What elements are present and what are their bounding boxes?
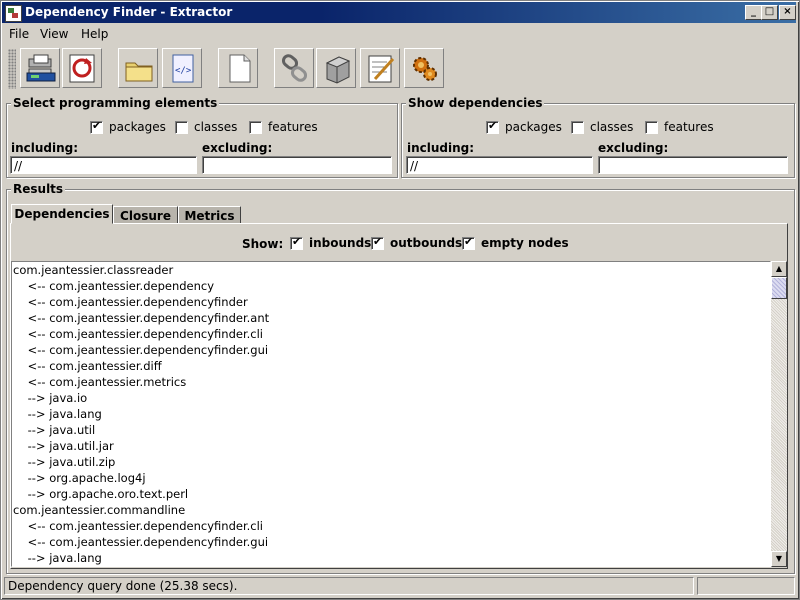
select-classes-checkbox[interactable]: classes [175, 120, 237, 134]
show-excluding-label: excluding: [598, 141, 669, 155]
closure-icon [325, 56, 351, 84]
menu-view[interactable]: View [40, 27, 68, 41]
dependency-line[interactable]: <-- com.jeantessier.diff [12, 358, 770, 374]
show-classes-checkbox[interactable]: classes [571, 120, 633, 134]
status-bar-secondary [697, 577, 795, 595]
results-scrollbar[interactable]: ▲ ▼ [771, 261, 787, 567]
open-folder-icon [125, 62, 153, 82]
extract-button[interactable] [20, 48, 60, 88]
title-bar[interactable]: Dependency Finder - Extractor _ □ × [2, 2, 796, 23]
dependency-line[interactable]: --> java.lang [12, 550, 770, 566]
dependency-line[interactable]: com.jeantessier.commandline [12, 502, 770, 518]
window-title: Dependency Finder - Extractor [25, 5, 233, 19]
checkbox-label: features [268, 120, 318, 134]
dependency-line[interactable]: --> org.apache.oro.text.perl [12, 486, 770, 502]
tab-metrics[interactable]: Metrics [178, 206, 241, 224]
dependency-line[interactable]: --> java.util.jar [12, 438, 770, 454]
dependency-line[interactable]: <-- com.jeantessier.dependencyfinder.gui [12, 534, 770, 550]
select-excluding-input[interactable] [202, 156, 392, 174]
scroll-thumb[interactable] [771, 277, 787, 299]
dependency-line[interactable]: --> org.apache.log4j [12, 470, 770, 486]
dependency-results-list[interactable]: com.jeantessier.classreader <-- com.jean… [11, 261, 771, 567]
new-button[interactable] [218, 48, 258, 88]
checkbox-label: classes [194, 120, 238, 134]
show-including-label: including: [407, 141, 475, 155]
checkbox-box[interactable] [249, 120, 262, 134]
metrics-button[interactable] [360, 48, 400, 88]
show-features-checkbox[interactable]: features [645, 120, 714, 134]
tab-dependencies[interactable]: Dependencies [11, 204, 113, 224]
metrics-icon [368, 55, 395, 83]
menu-help[interactable]: Help [81, 27, 108, 41]
show-excluding-input[interactable] [598, 156, 788, 174]
select-including-label: including: [11, 141, 79, 155]
checkbox-box[interactable] [90, 119, 103, 134]
refresh-icon [69, 54, 95, 83]
dependency-line[interactable]: <-- com.jeantessier.dependency [12, 278, 770, 294]
checkbox-box[interactable] [571, 120, 584, 134]
checkbox-label: packages [109, 120, 166, 134]
dependency-line[interactable]: <-- com.jeantessier.metrics [12, 374, 770, 390]
svg-text:</>: </> [175, 66, 192, 76]
checkbox-label: inbounds [309, 236, 372, 250]
select-elements-title: Select programming elements [11, 96, 220, 110]
select-features-checkbox[interactable]: features [249, 120, 318, 134]
dependency-line[interactable]: --> java.util.zip [12, 454, 770, 470]
menu-bar: File View Help [2, 24, 796, 44]
dependency-line[interactable]: --> java.io [12, 390, 770, 406]
outbounds-checkbox[interactable]: outbounds [371, 235, 463, 250]
dependency-line[interactable]: <-- com.jeantessier.dependencyfinder.gui [12, 342, 770, 358]
checkbox-label: outbounds [390, 236, 463, 250]
select-excluding-label: excluding: [202, 141, 273, 155]
show-dependencies-title: Show dependencies [406, 96, 545, 110]
dependency-line[interactable]: <-- com.jeantessier.dependencyfinder.cli [12, 518, 770, 534]
settings-button[interactable] [404, 48, 444, 88]
toolbar: </> [2, 44, 796, 94]
checkbox-box[interactable] [371, 235, 384, 250]
dependency-line[interactable]: --> java.util [12, 422, 770, 438]
empty-nodes-checkbox[interactable]: empty nodes [462, 235, 569, 250]
dependency-line[interactable]: <-- com.jeantessier.dependencyfinder [12, 294, 770, 310]
minimize-button[interactable]: _ [745, 5, 762, 20]
maximize-button[interactable]: □ [761, 5, 778, 20]
scroll-down-icon[interactable]: ▼ [771, 551, 787, 567]
checkbox-label: empty nodes [481, 236, 569, 250]
xml-file-icon: </> [172, 54, 194, 83]
dependency-query-icon [281, 54, 308, 82]
select-packages-checkbox[interactable]: packages [90, 119, 166, 134]
checkbox-label: classes [590, 120, 634, 134]
checkbox-box[interactable] [486, 119, 499, 134]
show-including-input[interactable]: // [406, 156, 593, 174]
status-bar: Dependency query done (25.38 secs). [4, 577, 694, 595]
extract-icon [26, 54, 56, 82]
xml-button[interactable]: </> [162, 48, 202, 88]
new-document-icon [229, 54, 251, 83]
checkbox-label: features [664, 120, 714, 134]
tab-closure[interactable]: Closure [113, 206, 178, 224]
checkbox-box[interactable] [645, 120, 658, 134]
settings-gears-icon [413, 57, 437, 81]
closure-button[interactable] [316, 48, 356, 88]
select-including-input[interactable]: // [10, 156, 197, 174]
dependency-query-button[interactable] [274, 48, 314, 88]
app-icon[interactable] [5, 5, 22, 22]
toolbar-grip[interactable] [8, 49, 16, 89]
show-options-label: Show: [242, 237, 284, 251]
dependency-line[interactable]: com.jeantessier.classreader [12, 262, 770, 278]
results-title: Results [11, 182, 66, 196]
scroll-up-icon[interactable]: ▲ [771, 261, 787, 277]
checkbox-box[interactable] [290, 235, 303, 250]
close-button[interactable]: × [779, 5, 796, 20]
dependency-line[interactable]: <-- com.jeantessier.dependencyfinder.ant [12, 310, 770, 326]
dependency-line[interactable]: <-- com.jeantessier.dependencyfinder.cli [12, 326, 770, 342]
menu-file[interactable]: File [9, 27, 29, 41]
inbounds-checkbox[interactable]: inbounds [290, 235, 372, 250]
show-packages-checkbox[interactable]: packages [486, 119, 562, 134]
refresh-button[interactable] [62, 48, 102, 88]
checkbox-box[interactable] [462, 235, 475, 250]
checkbox-label: packages [505, 120, 562, 134]
open-button[interactable] [118, 48, 158, 88]
dependency-line[interactable]: --> java.lang [12, 406, 770, 422]
checkbox-box[interactable] [175, 120, 188, 134]
